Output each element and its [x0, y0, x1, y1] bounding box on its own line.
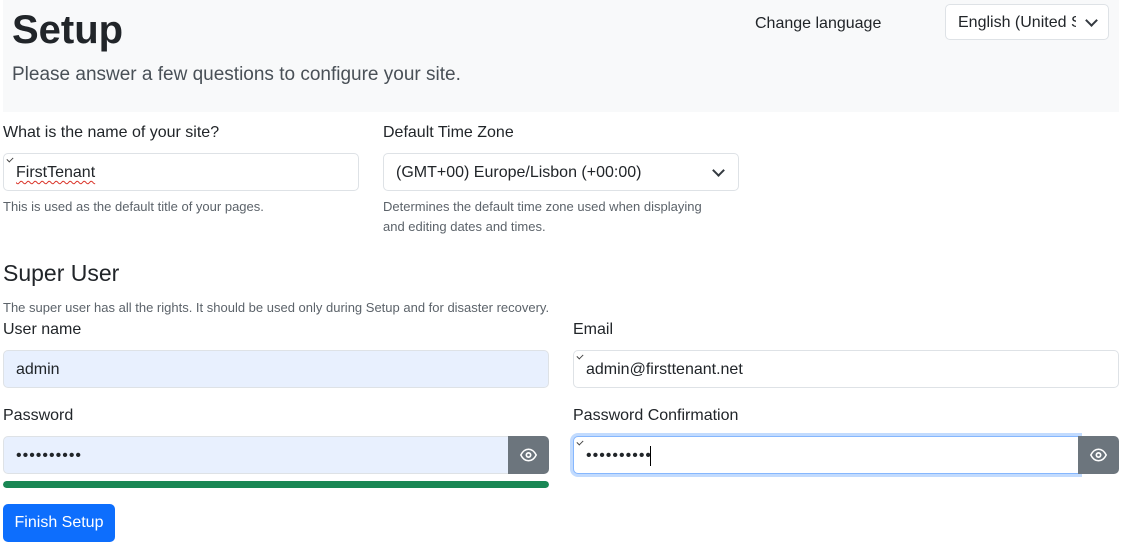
finish-setup-button[interactable]: Finish Setup: [3, 504, 115, 542]
password-label: Password: [3, 407, 74, 424]
autofill-check-icon: [576, 352, 584, 360]
password-input[interactable]: ••••••••••: [3, 436, 509, 474]
timezone-select[interactable]: (GMT+00) Europe/Lisbon (+00:00): [383, 153, 739, 191]
language-select[interactable]: English (United States): [945, 4, 1109, 40]
page-subtitle: Please answer a few questions to configu…: [12, 64, 461, 85]
autofill-check-icon: [576, 438, 584, 446]
email-value: admin@firsttenant.net: [586, 361, 743, 378]
username-label: User name: [3, 321, 82, 338]
eye-icon: [520, 448, 537, 462]
password-value: ••••••••••: [16, 447, 83, 464]
autofill-check-icon: [6, 155, 14, 163]
site-name-input[interactable]: FirstTenant: [3, 153, 359, 191]
username-input[interactable]: admin: [3, 350, 549, 388]
super-user-description: The super user has all the rights. It sh…: [3, 300, 550, 315]
text-caret: [650, 446, 651, 466]
page-title: Setup: [12, 8, 124, 52]
language-select-value: English (United States): [958, 14, 1076, 31]
timezone-help-line1: Determines the default time zone used wh…: [383, 199, 702, 214]
password-confirmation-value: ••••••••••: [586, 447, 653, 464]
password-confirmation-label: Password Confirmation: [573, 407, 739, 424]
chevron-down-icon: [712, 164, 725, 177]
setup-header: Setup Please answer a few questions to c…: [3, 0, 1119, 112]
site-name-help: This is used as the default title of you…: [3, 199, 264, 214]
setup-page: Setup Please answer a few questions to c…: [0, 0, 1134, 556]
password-strength-meter: [3, 481, 549, 488]
show-password-button[interactable]: [508, 436, 549, 474]
password-strength-bar: [3, 481, 549, 488]
username-value: admin: [16, 361, 60, 378]
super-user-heading: Super User: [3, 260, 120, 286]
site-name-value: FirstTenant: [16, 164, 96, 181]
timezone-help-line2: and editing dates and times.: [383, 219, 546, 234]
timezone-label: Default Time Zone: [383, 124, 514, 141]
password-confirmation-input[interactable]: ••••••••••: [573, 436, 1079, 474]
email-input[interactable]: admin@firsttenant.net: [573, 350, 1119, 388]
change-language-label: Change language: [755, 15, 882, 32]
email-label: Email: [573, 321, 614, 338]
show-password-confirmation-button[interactable]: [1078, 436, 1119, 474]
eye-icon: [1090, 448, 1107, 462]
timezone-select-value: (GMT+00) Europe/Lisbon (+00:00): [396, 164, 642, 181]
chevron-down-icon: [1085, 14, 1098, 27]
site-name-label: What is the name of your site?: [3, 124, 220, 141]
